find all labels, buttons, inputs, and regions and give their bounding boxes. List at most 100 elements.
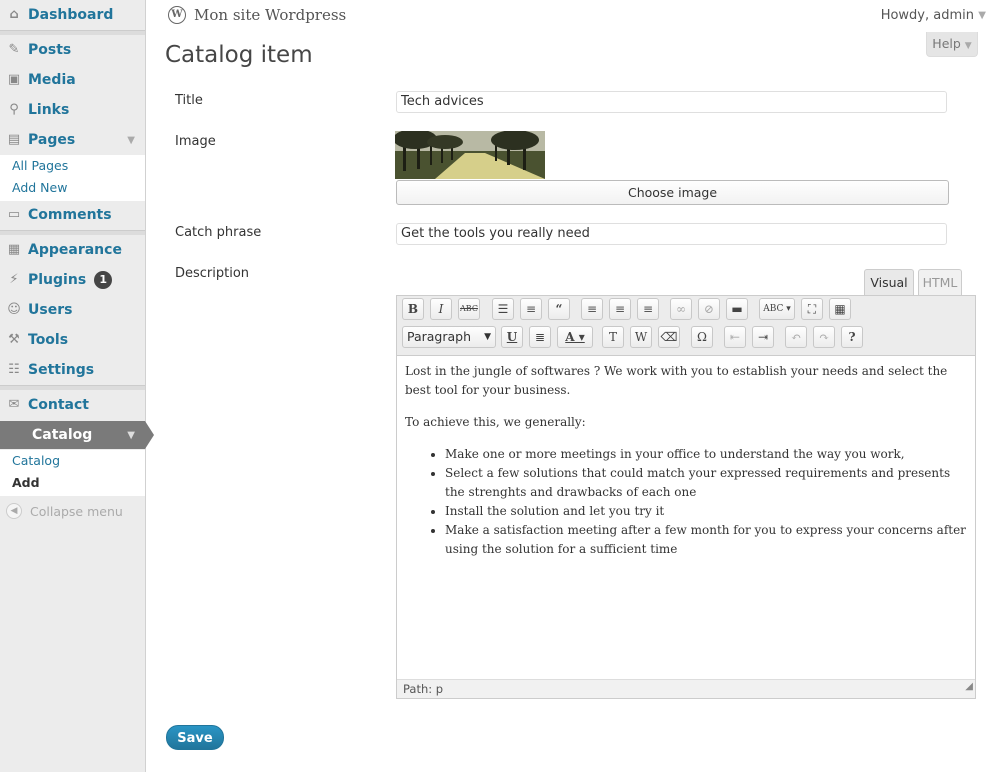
numbered-list-button[interactable]: ≡ — [520, 298, 542, 320]
catalog-submenu: Catalog Add — [0, 450, 145, 496]
bullet-list: Make one or more meetings in your office… — [405, 445, 967, 559]
user-menu[interactable]: Howdy, admin — [881, 8, 974, 23]
format-select[interactable]: Paragraph ▼ — [402, 326, 496, 348]
tab-visual[interactable]: Visual — [864, 269, 914, 296]
chevron-down-icon[interactable]: ▼ — [127, 135, 135, 146]
editor-content[interactable]: Lost in the jungle of softwares ? We wor… — [397, 356, 975, 678]
chevron-down-icon[interactable]: ▼ — [978, 10, 986, 21]
menu-label: Pages — [28, 132, 76, 148]
list-item: Make one or more meetings in your office… — [445, 445, 967, 464]
collapse-label: Collapse menu — [30, 503, 123, 519]
help-button[interactable]: ? — [841, 326, 863, 348]
title-input[interactable]: Tech advices — [396, 91, 947, 113]
list-item: Make a satisfaction meeting after a few … — [445, 521, 967, 559]
spellcheck-button[interactable]: ABC ▾ — [759, 298, 795, 320]
menu-comments[interactable]: ▭ Comments — [0, 200, 145, 230]
outdent-button[interactable]: ⇤ — [724, 326, 746, 348]
media-icon: ▣ — [7, 72, 21, 87]
format-value: Paragraph — [407, 329, 472, 344]
save-button[interactable]: Save — [166, 725, 224, 750]
choose-image-button[interactable]: Choose image — [396, 180, 949, 205]
chevron-down-icon: ▼ — [484, 332, 491, 342]
menu-label: Dashboard — [28, 7, 114, 23]
menu-settings[interactable]: ☷ Settings — [0, 355, 145, 385]
align-center-button[interactable]: ≡ — [609, 298, 631, 320]
image-label: Image — [175, 134, 216, 149]
undo-button[interactable]: ↶ — [785, 326, 807, 348]
menu-appearance[interactable]: ▦ Appearance — [0, 235, 145, 265]
catch-phrase-input[interactable]: Get the tools you really need — [396, 223, 947, 245]
italic-button[interactable]: I — [430, 298, 452, 320]
align-left-button[interactable]: ≡ — [581, 298, 603, 320]
menu-contact[interactable]: ✉ Contact — [0, 390, 145, 420]
collapse-arrow-icon: ◀ — [6, 503, 22, 519]
paste-word-button[interactable]: W — [630, 326, 652, 348]
help-tab[interactable]: Help ▼ — [926, 32, 978, 57]
dashboard-icon: ⌂ — [9, 7, 19, 22]
submenu-add[interactable]: Add — [0, 472, 145, 494]
submenu-add-new[interactable]: Add New — [0, 177, 145, 199]
menu-tools[interactable]: ⚒ Tools — [0, 325, 145, 355]
paste-text-button[interactable]: T — [602, 326, 624, 348]
menu-label: Users — [28, 302, 73, 318]
fullscreen-button[interactable]: ⛶ — [801, 298, 823, 320]
menu-label: Plugins — [28, 272, 87, 288]
menu-catalog[interactable]: Catalog ▼ — [0, 421, 154, 449]
tab-html[interactable]: HTML — [918, 269, 962, 296]
wordpress-logo-icon: W — [168, 6, 186, 24]
editor-path-bar: Path: p ◢ — [397, 679, 975, 698]
site-name: Mon site Wordpress — [194, 6, 347, 24]
chevron-down-icon: ▼ — [964, 41, 972, 51]
menu-label: Settings — [28, 362, 95, 378]
resize-handle-icon[interactable]: ◢ — [965, 677, 973, 696]
editor-toolbar: B I ABC ☰ ≡ “ ≡ ≡ ≡ ∞ ⊘ ▬ ABC ▾ ⛶ ▦ Para… — [397, 296, 975, 356]
rich-text-editor: B I ABC ☰ ≡ “ ≡ ≡ ≡ ∞ ⊘ ▬ ABC ▾ ⛶ ▦ Para… — [396, 295, 976, 699]
catch-phrase-label: Catch phrase — [175, 225, 262, 240]
align-right-button[interactable]: ≡ — [637, 298, 659, 320]
indent-button[interactable]: ⇥ — [752, 326, 774, 348]
image-preview — [395, 131, 545, 179]
submenu-catalog[interactable]: Catalog — [0, 450, 145, 472]
menu-pages[interactable]: ▤ Pages ▼ — [0, 125, 145, 155]
redo-button[interactable]: ↷ — [813, 326, 835, 348]
bold-button[interactable]: B — [402, 298, 424, 320]
menu-label: Links — [28, 102, 70, 118]
kitchen-sink-button[interactable]: ▦ — [829, 298, 851, 320]
special-character-button[interactable]: Ω — [691, 326, 713, 348]
clear-formatting-button[interactable]: ⌫ — [658, 326, 680, 348]
strikethrough-button[interactable]: ABC — [458, 298, 480, 320]
unlink-button[interactable]: ⊘ — [698, 298, 720, 320]
menu-label: Appearance — [28, 242, 122, 258]
menu-posts[interactable]: ✎ Posts — [0, 35, 145, 65]
menu-links[interactable]: ⚲ Links — [0, 95, 145, 125]
blockquote-button[interactable]: “ — [548, 298, 570, 320]
bullet-list-button[interactable]: ☰ — [492, 298, 514, 320]
plugin-icon: ⚡ — [9, 272, 19, 287]
tools-icon: ⚒ — [8, 332, 20, 347]
menu-plugins[interactable]: ⚡ Plugins 1 — [0, 265, 145, 295]
help-label: Help — [932, 36, 961, 51]
menu-users[interactable]: ☺ Users — [0, 295, 145, 325]
contact-icon: ✉ — [8, 397, 20, 412]
menu-label: Tools — [28, 332, 69, 348]
admin-sidebar: ⌂ Dashboard ✎ Posts ▣ Media ⚲ Links ▤ Pa… — [0, 0, 154, 772]
title-label: Title — [175, 93, 203, 108]
menu-media[interactable]: ▣ Media — [0, 65, 145, 95]
text-color-button[interactable]: A ▾ — [557, 326, 593, 348]
submenu-all-pages[interactable]: All Pages — [0, 155, 145, 177]
list-item: Select a few solutions that could match … — [445, 464, 967, 502]
insert-more-button[interactable]: ▬ — [726, 298, 748, 320]
insert-link-button[interactable]: ∞ — [670, 298, 692, 320]
justify-button[interactable]: ≣ — [529, 326, 551, 348]
underline-button[interactable]: U — [501, 326, 523, 348]
menu-dashboard[interactable]: ⌂ Dashboard — [0, 0, 145, 30]
site-name-link[interactable]: W Mon site Wordpress — [168, 6, 346, 24]
page-title: Catalog item — [165, 42, 313, 68]
chevron-down-icon[interactable]: ▼ — [127, 430, 135, 441]
list-item: Install the solution and let you try it — [445, 502, 967, 521]
paragraph-1: Lost in the jungle of softwares ? We wor… — [405, 364, 948, 397]
menu-label: Contact — [28, 397, 89, 413]
collapse-menu-button[interactable]: ◀ Collapse menu — [6, 503, 123, 519]
link-icon: ⚲ — [9, 102, 19, 117]
paragraph-2: To achieve this, we generally: — [405, 415, 586, 429]
